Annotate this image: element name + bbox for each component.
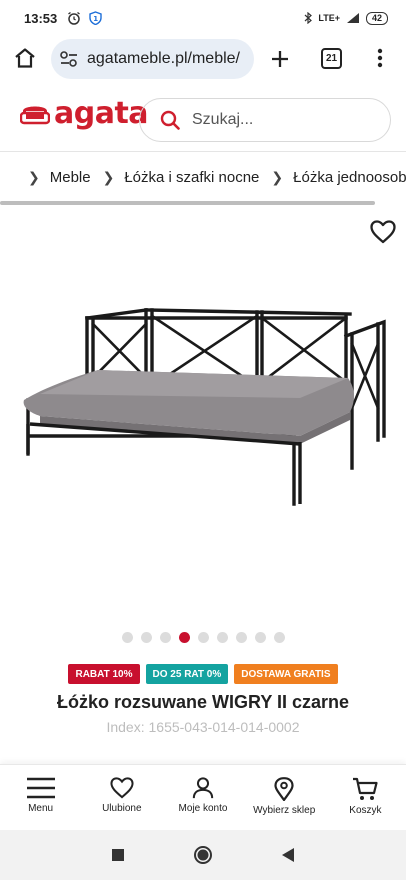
status-time: 13:53 [24,10,58,26]
location-pin-icon [274,777,294,801]
product-image[interactable] [0,210,406,620]
logo-text: agata [54,96,149,131]
user-icon [192,777,214,799]
chevron-right-icon: ❯ [28,168,40,185]
gallery-dot[interactable] [216,632,228,643]
chevron-right-icon: ❯ [271,168,284,185]
breadcrumb: ❯ Meble ❯ Łóżka i szafki nocne ❯ Łóżka j… [0,152,406,202]
nav-store-locator[interactable]: Wybierz sklep [244,765,325,830]
breadcrumb-item[interactable]: Łóżka jednoosobowe [293,169,406,186]
chevron-right-icon: ❯ [102,168,115,185]
home-icon[interactable] [14,48,36,68]
nav-favorites[interactable]: Ulubione [81,765,162,830]
agata-logo[interactable]: agata [20,96,149,131]
nav-label: Wybierz sklep [253,805,316,816]
gallery-dot[interactable] [273,632,285,643]
address-bar[interactable]: agatameble.pl/meble/ [51,39,254,79]
breadcrumb-item[interactable]: Łóżka i szafki nocne [124,169,259,186]
gallery-dot[interactable] [235,632,247,643]
nav-label: Menu [28,803,54,814]
product-title: Łóżko rozsuwane WIGRY II czarne [56,692,350,712]
badge-free-delivery: DOSTAWA GRATIS [234,664,338,684]
network-type: LTE+ [318,13,340,23]
gallery-dot[interactable] [121,632,133,643]
favorite-heart-icon[interactable] [370,220,396,244]
gallery-dot-active[interactable] [178,632,190,643]
nav-cart[interactable]: Koszyk [325,765,406,830]
back-icon[interactable] [281,847,295,863]
url-text: agatameble.pl/meble/ [87,50,240,67]
sofa-logo-icon [20,106,50,124]
breadcrumb-scrollbar[interactable] [0,201,375,205]
android-navigation-bar [0,830,406,880]
signal-icon [346,13,359,23]
badge-discount: RABAT 10% [68,664,140,684]
nav-label: Moje konto [178,803,228,814]
search-icon[interactable] [160,110,180,130]
search-box[interactable] [139,98,391,142]
nav-account[interactable]: Moje konto [162,765,243,830]
more-options-icon[interactable] [377,48,383,68]
vpn-shield-icon: 1 [89,11,102,25]
breadcrumb-item[interactable]: Meble [50,169,91,186]
gallery-dot[interactable] [159,632,171,643]
search-input[interactable] [192,111,362,129]
promo-badges: RABAT 10% DO 25 RAT 0% DOSTAWA GRATIS [0,664,406,684]
battery-indicator: 42 [365,11,388,25]
heart-icon [110,777,134,799]
nav-menu[interactable]: Menu [0,765,81,830]
tab-switcher-button[interactable]: 21 [321,48,342,69]
alarm-icon [68,11,81,25]
nav-label: Koszyk [349,805,382,816]
nav-label: Ulubione [102,803,142,814]
svg-text:1: 1 [94,15,99,23]
gallery-dot[interactable] [140,632,152,643]
recents-icon[interactable] [111,848,125,862]
home-button-icon[interactable] [193,845,213,865]
gallery-dot[interactable] [254,632,266,643]
site-settings-icon[interactable] [59,50,79,68]
menu-icon [26,777,55,799]
new-tab-icon[interactable] [270,49,290,69]
gallery-pagination [0,632,406,643]
bluetooth-icon [304,12,313,24]
status-bar: 13:53 1 LTE+ 42 [0,0,406,36]
cart-icon [353,777,379,800]
gallery-dot[interactable] [197,632,209,643]
bottom-navigation: Menu Ulubione Moje konto Wybierz sklep K… [0,764,406,830]
product-index: Index: 1655-043-014-014-0002 [106,719,300,735]
browser-toolbar: agatameble.pl/meble/ 21 [0,36,406,82]
badge-installments: DO 25 RAT 0% [145,664,229,684]
site-header: agata [0,82,406,152]
